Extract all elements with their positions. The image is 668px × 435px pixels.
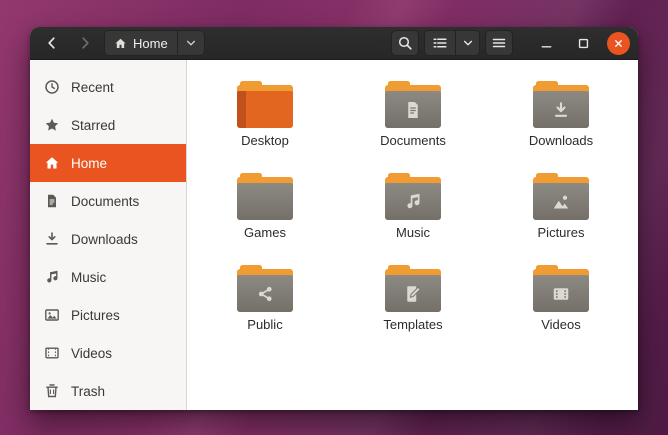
download-emblem: [551, 100, 571, 120]
file-item-downloads[interactable]: Downloads: [487, 74, 635, 166]
document-icon: [44, 193, 60, 209]
view-options-dropdown-button[interactable]: [455, 31, 479, 55]
sidebar-item-label: Trash: [71, 384, 105, 399]
file-item-videos[interactable]: Videos: [487, 258, 635, 350]
sidebar-item-label: Pictures: [71, 308, 120, 323]
search-button[interactable]: [391, 30, 419, 56]
home-icon: [44, 155, 60, 171]
video-emblem: [551, 284, 571, 304]
folder-icon: [385, 265, 441, 312]
sidebar-item-trash[interactable]: Trash: [30, 372, 186, 410]
sidebar-item-label: Downloads: [71, 232, 138, 247]
minimize-icon: [539, 36, 554, 51]
video-icon: [44, 345, 60, 361]
folder-icon: [533, 173, 589, 220]
sidebar-item-recent[interactable]: Recent: [30, 68, 186, 106]
sidebar-item-label: Videos: [71, 346, 112, 361]
sidebar-item-label: Starred: [71, 118, 115, 133]
forward-icon: [77, 35, 93, 51]
clock-icon: [44, 79, 60, 95]
file-label: Downloads: [529, 133, 593, 148]
header-bar[interactable]: Home: [30, 27, 638, 60]
folder-icon: [237, 173, 293, 220]
chevron-down-icon: [185, 37, 197, 49]
sidebar-item-music[interactable]: Music: [30, 258, 186, 296]
document-emblem: [403, 100, 423, 120]
path-bar-label: Home: [133, 36, 168, 51]
home-icon: [114, 37, 127, 50]
view-toggle-split-button: [424, 30, 480, 56]
sidebar-item-label: Home: [71, 156, 107, 171]
sidebar-item-label: Music: [71, 270, 106, 285]
chevron-down-icon: [462, 37, 474, 49]
sidebar: Recent Starred Home Documents Downloads Music…: [30, 60, 187, 410]
folder-icon: [385, 81, 441, 128]
sidebar-item-documents[interactable]: Documents: [30, 182, 186, 220]
folder-icon: [385, 173, 441, 220]
file-item-games[interactable]: Games: [191, 166, 339, 258]
template-emblem: [403, 284, 423, 304]
share-emblem: [255, 284, 275, 304]
download-icon: [44, 231, 60, 247]
window-controls: [533, 30, 630, 56]
menu-icon: [491, 35, 507, 51]
path-dropdown-button[interactable]: [177, 31, 197, 55]
file-label: Music: [396, 225, 430, 240]
desktop-folder-icon: [237, 81, 293, 128]
picture-icon: [44, 307, 60, 323]
folder-icon: [533, 265, 589, 312]
close-button[interactable]: [607, 32, 630, 55]
file-item-public[interactable]: Public: [191, 258, 339, 350]
file-label: Games: [244, 225, 286, 240]
file-label: Desktop: [241, 133, 289, 148]
file-label: Public: [247, 317, 282, 332]
sidebar-item-pictures[interactable]: Pictures: [30, 296, 186, 334]
list-view-icon: [432, 35, 448, 51]
file-item-desktop[interactable]: Desktop: [191, 74, 339, 166]
sidebar-item-starred[interactable]: Starred: [30, 106, 186, 144]
image-emblem: [551, 192, 571, 212]
path-bar-button[interactable]: Home: [104, 30, 205, 56]
star-icon: [44, 117, 60, 133]
file-grid: Desktop Documents Downloads Games Music Pictu…: [187, 60, 638, 350]
file-label: Templates: [383, 317, 442, 332]
folder-icon: [533, 81, 589, 128]
sidebar-item-home[interactable]: Home: [30, 144, 186, 182]
music-emblem: [403, 192, 423, 212]
content-area: Desktop Documents Downloads Games Music Pictu…: [187, 60, 638, 410]
sidebar-item-videos[interactable]: Videos: [30, 334, 186, 372]
sidebar-item-downloads[interactable]: Downloads: [30, 220, 186, 258]
file-item-templates[interactable]: Templates: [339, 258, 487, 350]
back-icon: [44, 35, 60, 51]
close-icon: [612, 37, 625, 50]
forward-button[interactable]: [71, 30, 99, 56]
file-label: Videos: [541, 317, 581, 332]
menu-button[interactable]: [485, 30, 513, 56]
minimize-button[interactable]: [533, 30, 559, 56]
file-label: Pictures: [538, 225, 585, 240]
file-item-music[interactable]: Music: [339, 166, 487, 258]
music-icon: [44, 269, 60, 285]
files-window: Home: [30, 27, 638, 410]
search-icon: [397, 35, 413, 51]
back-button[interactable]: [38, 30, 66, 56]
sidebar-item-label: Documents: [71, 194, 139, 209]
file-label: Documents: [380, 133, 446, 148]
folder-icon: [237, 265, 293, 312]
trash-icon: [44, 383, 60, 399]
list-view-button[interactable]: [425, 31, 455, 55]
maximize-icon: [576, 36, 591, 51]
maximize-button[interactable]: [570, 30, 596, 56]
file-item-pictures[interactable]: Pictures: [487, 166, 635, 258]
file-item-documents[interactable]: Documents: [339, 74, 487, 166]
sidebar-item-label: Recent: [71, 80, 114, 95]
